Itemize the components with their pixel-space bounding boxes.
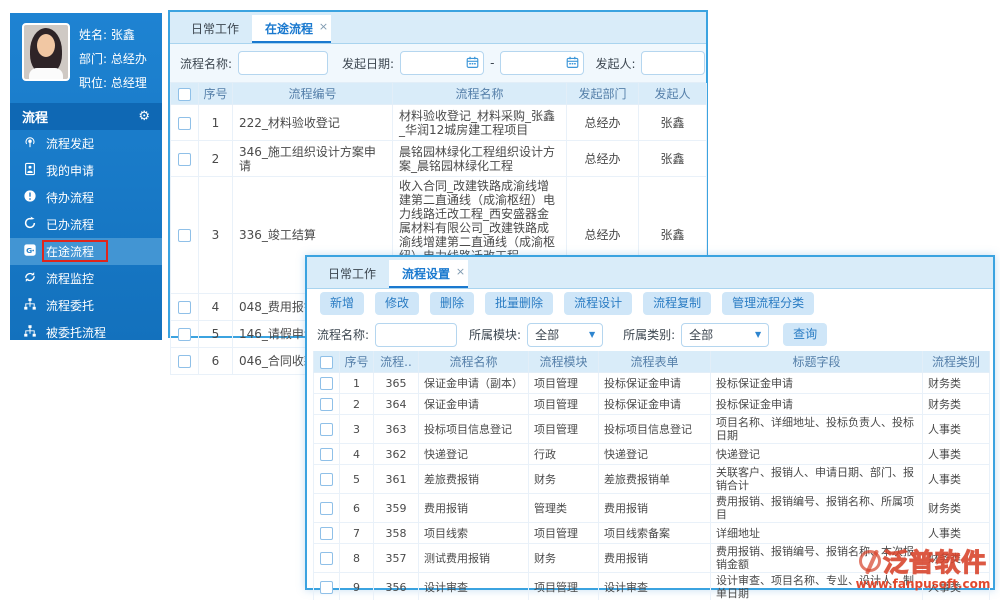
delete-button[interactable]: 删除	[430, 292, 475, 315]
edit-button[interactable]: 修改	[375, 292, 420, 315]
tab-daily-work[interactable]: 日常工作	[178, 15, 252, 43]
table-row[interactable]: 5 361 差旅费报销 财务 差旅费报销单 关联客户、报销人、申请日期、部门、报…	[313, 464, 990, 494]
broadcast-icon	[23, 135, 37, 152]
close-tab-icon[interactable]: ×	[319, 13, 328, 41]
sidebar-item-label: 我的申请	[46, 164, 95, 178]
user-profile: 姓名: 张鑫 部门: 总经办 职位: 总经理	[10, 13, 162, 103]
table-row[interactable]: 3 363 投标项目信息登记 项目管理 投标项目信息登记 项目名称、详细地址、投…	[313, 414, 990, 444]
table-row[interactable]: 6 359 费用报销 管理类 费用报销 费用报销、报销编号、报销名称、所属项目 …	[313, 493, 990, 523]
sidebar-item-in-transit-processes[interactable]: G 在途流程	[10, 238, 162, 265]
row-checkbox[interactable]	[178, 328, 191, 341]
table-row[interactable]: 2 364 保证金申请 项目管理 投标保证金申请 投标保证金申请 财务类	[313, 393, 990, 415]
sidebar-item-process-monitor[interactable]: 流程监控	[10, 265, 162, 292]
sidebar-item-label: 流程监控	[46, 272, 95, 286]
sitemap-icon	[23, 324, 37, 341]
row-checkbox[interactable]	[178, 301, 191, 314]
sidebar-item-delegated-processes[interactable]: 被委托流程	[10, 319, 162, 346]
sidebar-section-title: 流程	[22, 111, 49, 126]
row-checkbox[interactable]	[178, 116, 191, 130]
tab-daily-work[interactable]: 日常工作	[315, 260, 389, 288]
table-row[interactable]: 1 365 保证金申请（副本） 项目管理 投标保证金申请 投标保证金申请 财务类	[313, 372, 990, 394]
sidebar-item-label: 流程发起	[46, 137, 95, 151]
category-label: 所属类别:	[623, 328, 676, 342]
table-row[interactable]: 9 356 设计审查 项目管理 设计审查 设计审查、项目名称、专业、设计人、制单…	[313, 572, 990, 600]
row-checkbox[interactable]	[320, 526, 333, 540]
row-checkbox[interactable]	[320, 447, 333, 461]
sidebar-item-my-applications[interactable]: 我的申请	[10, 157, 162, 184]
sidebar-item-label: 流程委托	[46, 299, 95, 313]
row-checkbox[interactable]	[320, 501, 333, 515]
redo-icon	[23, 216, 37, 233]
calendar-icon	[567, 56, 579, 68]
sidebar-item-label: 已办流程	[46, 218, 95, 232]
process-name-input[interactable]	[238, 51, 329, 75]
module-label: 所属模块:	[469, 328, 522, 342]
row-checkbox[interactable]	[178, 229, 191, 242]
sitemap-icon	[23, 297, 37, 314]
row-checkbox[interactable]	[320, 551, 333, 565]
row-checkbox[interactable]	[178, 355, 191, 368]
row-checkbox[interactable]	[320, 376, 333, 390]
table-row[interactable]: 1 222_材料验收登记 材料验收登记_材料采购_张鑫_华润12城房建工程项目 …	[170, 104, 707, 141]
process-settings-table: 序号 流程.. 流程名称 流程模块 流程表单 标题字段 流程类别 1 365 保…	[313, 351, 990, 600]
app-root: 姓名: 张鑫 部门: 总经办 职位: 总经理 流程 ⚙ 流程发起 我的申请 待办…	[0, 0, 1000, 600]
row-checkbox[interactable]	[320, 580, 333, 594]
module-select[interactable]: 全部 ▼	[527, 322, 604, 347]
table-row[interactable]: 4 362 快递登记 行政 快递登记 快递登记 人事类	[313, 443, 990, 465]
calendar-icon	[466, 56, 479, 68]
batch-delete-button[interactable]: 批量删除	[485, 292, 554, 315]
user-position: 职位: 总经理	[79, 76, 147, 90]
sidebar: 姓名: 张鑫 部门: 总经办 职位: 总经理 流程 ⚙ 流程发起 我的申请 待办…	[10, 13, 162, 340]
sidebar-item-process-start[interactable]: 流程发起	[10, 130, 162, 157]
manage-category-button[interactable]: 管理流程分类	[722, 292, 815, 315]
process-design-button[interactable]: 流程设计	[564, 292, 633, 315]
exclamation-circle-icon	[23, 189, 37, 206]
chevron-down-icon: ▼	[754, 330, 762, 339]
chevron-down-icon: ▼	[588, 330, 596, 339]
user-department: 部门: 总经办	[79, 52, 147, 66]
svg-text:G: G	[26, 246, 32, 255]
date-range-separator: -	[490, 56, 495, 70]
sidebar-item-label: 被委托流程	[46, 326, 107, 340]
select-all-checkbox[interactable]	[178, 87, 191, 101]
start-date-label: 发起日期:	[342, 56, 395, 71]
sidebar-item-label: 待办流程	[46, 191, 95, 205]
user-name: 姓名: 张鑫	[79, 28, 135, 42]
id-badge-icon	[23, 162, 37, 179]
row-checkbox[interactable]	[320, 422, 333, 436]
table-row[interactable]: 7 358 项目线索 项目管理 项目线索备案 详细地址 人事类	[313, 522, 990, 544]
search-button[interactable]: 查询	[783, 323, 828, 346]
window-process-settings: 日常工作 流程设置 × 新增 修改 删除 批量删除 流程设计 流程复制 管理流程…	[305, 255, 995, 600]
row-checkbox[interactable]	[320, 472, 333, 486]
sponsor-input[interactable]	[641, 51, 706, 75]
tab-process-settings[interactable]: 流程设置 ×	[389, 258, 469, 288]
table-row[interactable]: 2 346_施工组织设计方案申请 晨铭园林绿化工程组织设计方案_晨铭园林绿化工程…	[170, 140, 707, 177]
process-name-label: 流程名称:	[317, 328, 370, 342]
tab-in-transit[interactable]: 在途流程 ×	[252, 13, 332, 43]
row-checkbox[interactable]	[320, 397, 333, 411]
category-select[interactable]: 全部 ▼	[681, 322, 770, 347]
sidebar-item-pending-processes[interactable]: 待办流程	[10, 184, 162, 211]
process-copy-button[interactable]: 流程复制	[643, 292, 712, 315]
sidebar-item-process-delegate[interactable]: 流程委托	[10, 292, 162, 319]
row-checkbox[interactable]	[178, 152, 191, 166]
close-tab-icon[interactable]: ×	[456, 258, 465, 286]
add-button[interactable]: 新增	[320, 292, 365, 315]
user-photo	[22, 23, 70, 81]
table-row[interactable]: 8 357 测试费用报销 财务 费用报销 费用报销、报销编号、报销名称、本次报销…	[313, 543, 990, 573]
sync-icon	[23, 270, 37, 287]
gear-icon[interactable]: ⚙	[138, 109, 150, 124]
process-name-input[interactable]	[375, 322, 458, 347]
sponsor-label: 发起人:	[595, 56, 636, 71]
process-name-label: 流程名称:	[180, 56, 233, 71]
in-progress-icon: G	[23, 243, 37, 260]
annotation-red-box	[42, 240, 108, 262]
sidebar-item-completed-processes[interactable]: 已办流程	[10, 211, 162, 238]
select-all-checkbox[interactable]	[320, 355, 333, 369]
